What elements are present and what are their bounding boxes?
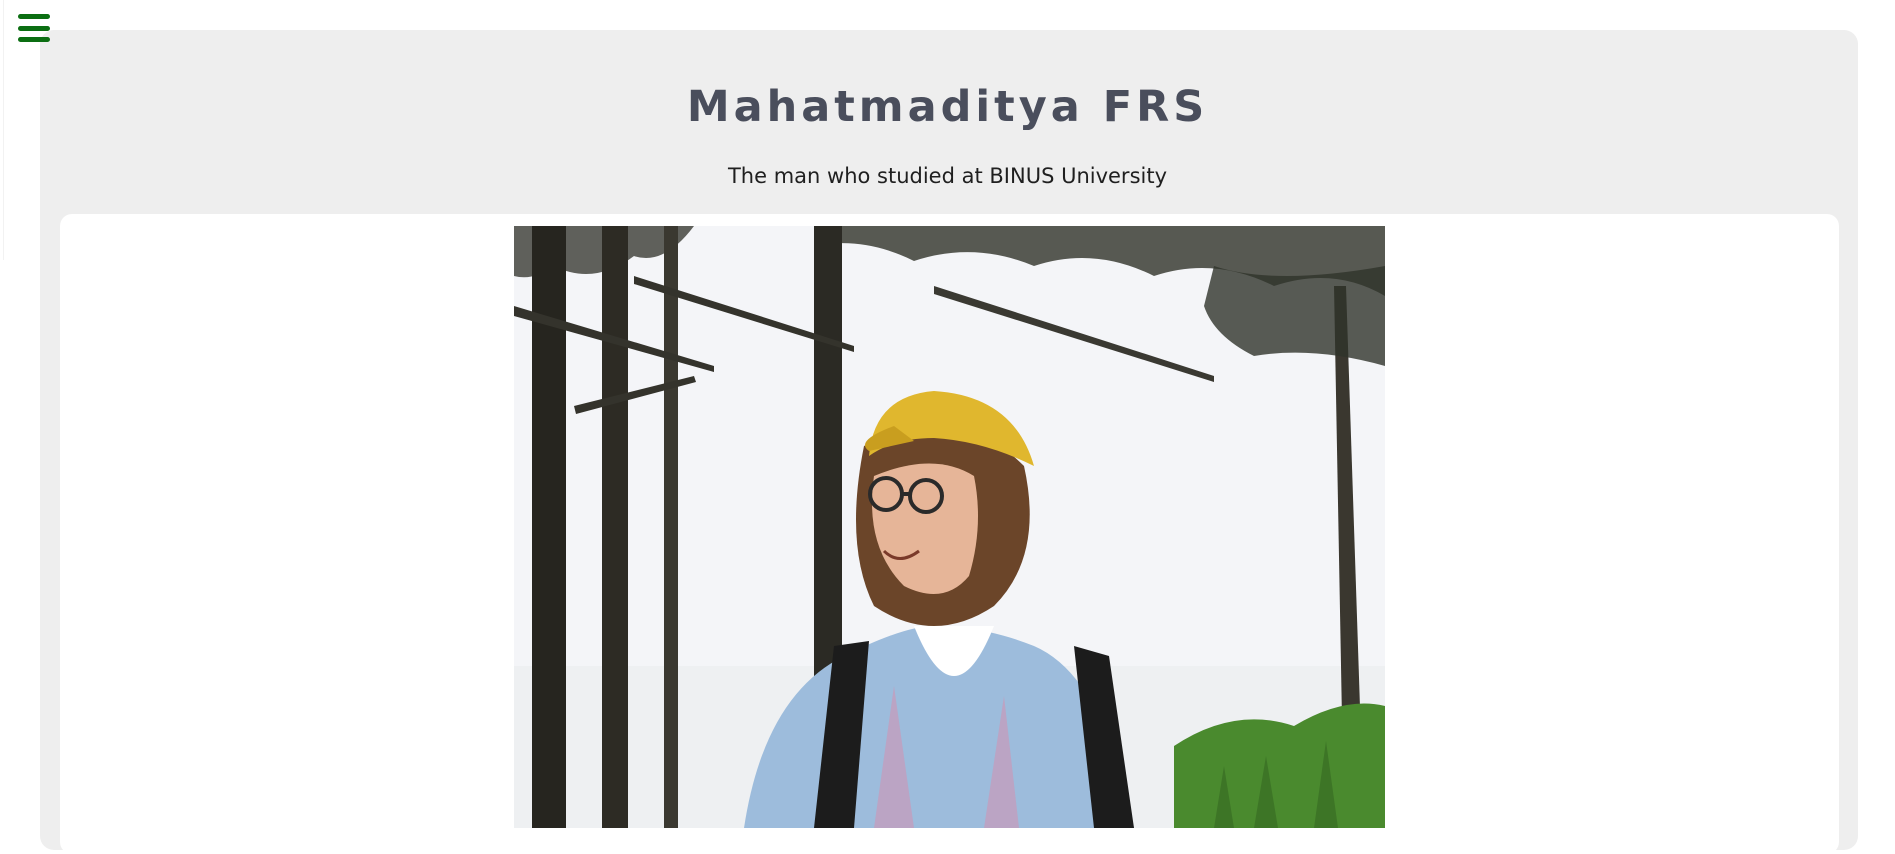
- menu-bar: [18, 37, 50, 42]
- portrait-photo: [514, 226, 1385, 828]
- hamburger-menu-icon[interactable]: [18, 14, 50, 42]
- page-subtitle: The man who studied at BINUS University: [727, 164, 1168, 188]
- portrait-illustration: [514, 226, 1385, 828]
- tree-trunk: [664, 226, 678, 828]
- tree-trunk: [602, 226, 628, 828]
- page-title: Mahatmaditya FRS: [686, 82, 1209, 132]
- menu-bar: [18, 25, 50, 31]
- menu-bar: [18, 14, 50, 19]
